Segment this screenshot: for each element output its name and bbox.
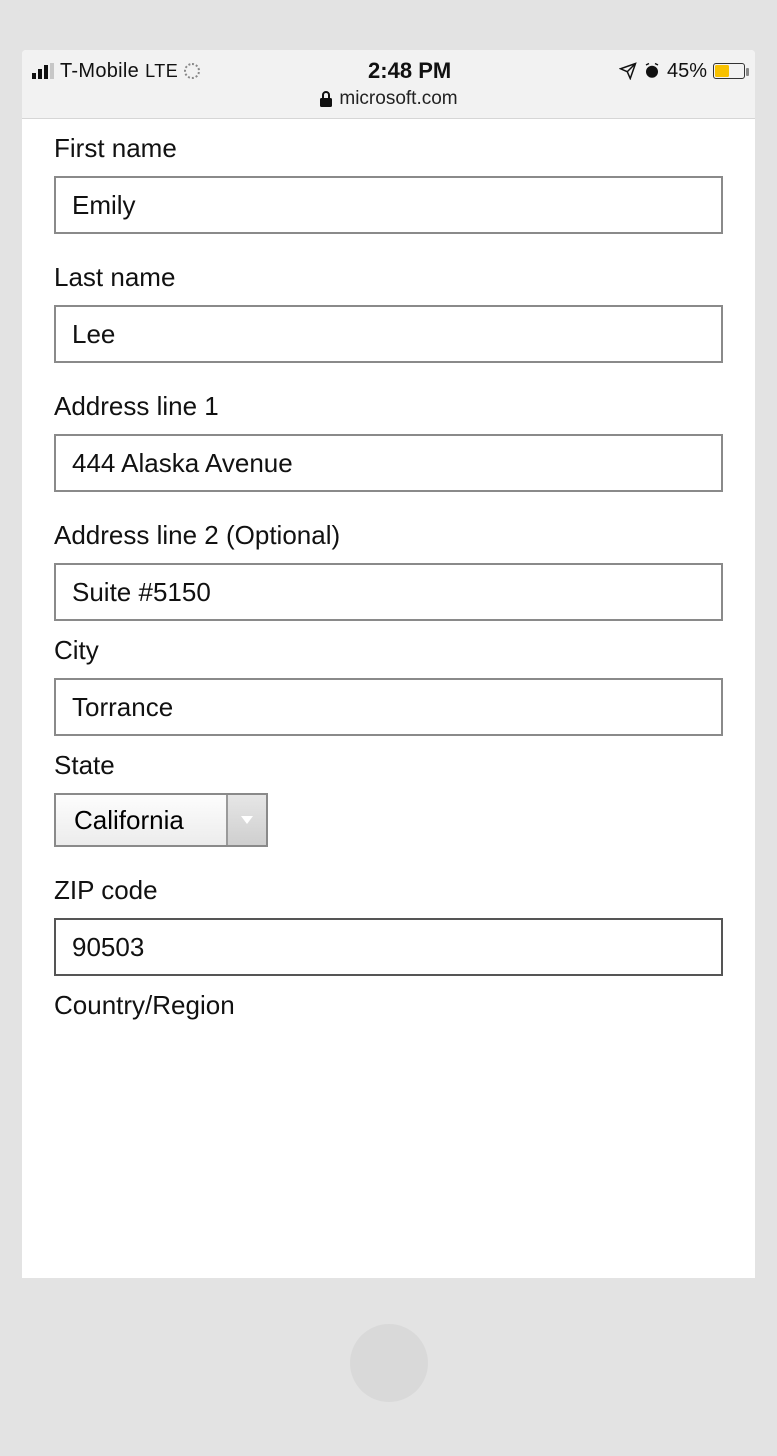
state-value: California (56, 795, 226, 845)
browser-url-bar[interactable]: microsoft.com (32, 86, 745, 114)
first-name-label: First name (54, 133, 723, 164)
address1-input[interactable] (54, 434, 723, 492)
address2-label: Address line 2 (Optional) (54, 520, 723, 551)
last-name-input[interactable] (54, 305, 723, 363)
last-name-label: Last name (54, 262, 723, 293)
city-label: City (54, 635, 723, 666)
state-label: State (54, 750, 723, 781)
zip-label: ZIP code (54, 875, 723, 906)
home-button[interactable] (350, 1324, 428, 1402)
address1-label: Address line 1 (54, 391, 723, 422)
location-icon (619, 62, 637, 80)
loading-icon (184, 63, 200, 79)
url-text: microsoft.com (339, 88, 457, 110)
zip-input[interactable] (54, 918, 723, 976)
first-name-input[interactable] (54, 176, 723, 234)
clock: 2:48 PM (368, 58, 451, 84)
network-label: LTE (145, 61, 178, 82)
address2-input[interactable] (54, 563, 723, 621)
state-select[interactable]: California (54, 793, 268, 847)
screen: T-Mobile LTE 2:48 PM (22, 50, 755, 1278)
battery-icon (713, 63, 745, 79)
alarm-icon (643, 62, 661, 80)
phone-frame: T-Mobile LTE 2:48 PM (0, 0, 777, 1456)
lock-icon (319, 91, 333, 107)
battery-percent: 45% (667, 60, 707, 83)
form-content: First name Last name Address line 1 Addr… (22, 119, 755, 1049)
status-bar: T-Mobile LTE 2:48 PM (22, 50, 755, 119)
signal-icon (32, 63, 54, 79)
chevron-down-icon (226, 795, 266, 845)
city-input[interactable] (54, 678, 723, 736)
country-label: Country/Region (54, 990, 723, 1021)
carrier-label: T-Mobile (60, 60, 139, 83)
